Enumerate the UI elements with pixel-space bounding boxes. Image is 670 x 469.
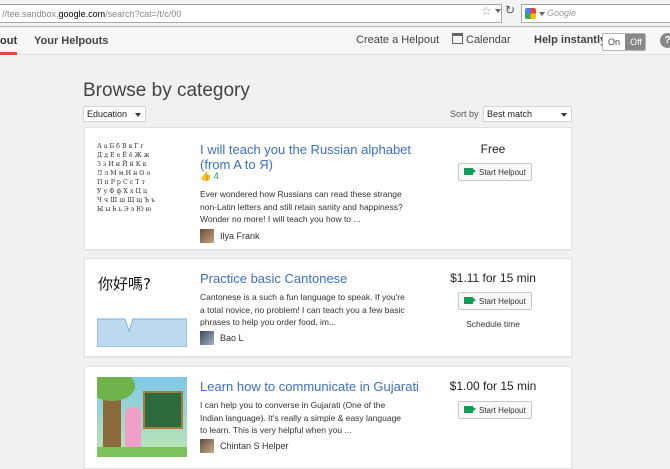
start-helpout-button[interactable]: Start Helpout [458, 163, 532, 181]
tab-your-helpouts[interactable]: Your Helpouts [34, 35, 108, 47]
alphabet-row: Д д Е е Ё ё Ж ж [97, 152, 150, 159]
url-prefix: //tee.sandbox. [2, 9, 59, 19]
reload-icon[interactable]: ↻ [505, 3, 515, 17]
url-dropdown-icon[interactable] [495, 9, 501, 13]
app-header: out Your Helpouts Create a Helpout Calen… [0, 28, 670, 55]
listing-thumbnail[interactable]: 你好嗎? [97, 267, 187, 347]
listing-price: $1.00 for 15 min [449, 379, 537, 393]
help-icon[interactable]: ? [660, 33, 670, 48]
listing-title[interactable]: Learn how to communicate in Gujarati [200, 379, 430, 394]
thumbs-up-icon: 👍 [200, 171, 212, 181]
sort-select[interactable]: Best match [483, 106, 572, 122]
likes-count: 4 [213, 171, 219, 181]
google-icon[interactable] [525, 8, 536, 19]
bubble-illustration [97, 318, 187, 347]
avatar[interactable] [200, 331, 214, 345]
author-name[interactable]: Bao L [220, 333, 244, 343]
grass [97, 447, 187, 457]
listing-price: Free [480, 142, 506, 156]
help-instantly-label: Help instantly [534, 34, 607, 46]
listing-description: Cantonese is a such a fun language to sp… [200, 292, 405, 327]
alphabet-row: П п Р р С с Т т [97, 179, 145, 186]
alphabet-row: Л л М м Н н О о [97, 170, 151, 177]
schedule-time-link[interactable]: Schedule time [425, 319, 561, 329]
alphabet-row: А а Б б В в Г г [97, 143, 144, 150]
start-helpout-button[interactable]: Start Helpout [458, 292, 532, 310]
button-label: Start Helpout [479, 168, 526, 177]
likes: 👍 4 [200, 171, 219, 182]
alphabet-row: У у Ф ф Х х Ц ц [97, 188, 147, 195]
video-camera-icon [464, 297, 476, 304]
girl-figure [125, 407, 141, 447]
tab-browse[interactable]: out [0, 35, 17, 47]
category-select[interactable]: Education [83, 106, 146, 122]
listing-description: I can help you to converse in Gujarati (… [200, 400, 402, 435]
create-helpout-link[interactable]: Create a Helpout [356, 34, 439, 46]
video-camera-icon [464, 406, 476, 413]
listing-card[interactable]: Learn how to communicate in Gujarati I c… [84, 366, 572, 469]
alphabet-row: Ы ы Ь ь Э э Ю ю [97, 206, 152, 213]
listing-title[interactable]: I will teach you the Russian alphabet (f… [200, 142, 425, 172]
page-title: Browse by category [83, 80, 250, 101]
search-placeholder: Google [547, 8, 577, 18]
listing-description: Ever wondered how Russians can read thes… [200, 189, 403, 224]
active-tab-indicator [0, 52, 17, 55]
bookmark-star-icon[interactable]: ☆ [481, 4, 492, 18]
start-helpout-button[interactable]: Start Helpout [458, 401, 532, 419]
browser-toolbar: //tee.sandbox.google.com/search?cat=/t/c… [0, 0, 670, 27]
alphabet-row: Ч ч Ш ш Щ щ Ъ ъ [97, 197, 156, 204]
listing-card[interactable]: А а Б б В в Г г Д д Е е Ё ё Ж ж З з И и … [84, 127, 572, 250]
avatar[interactable] [200, 439, 214, 453]
help-instantly-toggle[interactable]: On Off [602, 33, 646, 51]
search-engine-dropdown-icon[interactable] [539, 12, 545, 16]
address-bar[interactable]: //tee.sandbox.google.com/search?cat=/t/c… [0, 4, 502, 23]
listing-thumbnail[interactable]: А а Б б В в Г г Д д Е е Ё ё Ж ж З з И и … [97, 140, 187, 215]
chevron-down-icon [135, 113, 141, 117]
listing-thumbnail[interactable] [97, 377, 187, 457]
url-path: /search?cat=/t/c/00 [105, 9, 182, 19]
toggle-on[interactable]: On [603, 34, 625, 50]
video-camera-icon [464, 168, 476, 175]
tree-leaves [97, 377, 135, 401]
toggle-off[interactable]: Off [625, 34, 645, 50]
browser-search-box[interactable]: Google [521, 4, 670, 23]
alphabet-row: З з И и Й й К к [97, 161, 147, 168]
category-value: Education [87, 109, 128, 119]
listing-title[interactable]: Practice basic Cantonese [200, 271, 425, 286]
button-label: Start Helpout [479, 297, 526, 306]
calendar-link[interactable]: Calendar [466, 34, 511, 46]
author-name[interactable]: Ilya Frank [220, 231, 260, 241]
listing-price: $1.11 for 15 min [450, 271, 536, 285]
button-label: Start Helpout [479, 406, 526, 415]
listing-card[interactable]: 你好嗎? Practice basic Cantonese Cantonese … [84, 258, 572, 357]
chevron-down-icon [561, 113, 567, 117]
calendar-icon[interactable] [452, 33, 463, 44]
author-name[interactable]: Chintan S Helper [220, 441, 289, 451]
chalkboard [143, 391, 183, 429]
sort-label: Sort by [450, 109, 479, 119]
sort-value: Best match [487, 109, 533, 119]
url-domain: google.com [58, 9, 106, 19]
avatar[interactable] [200, 229, 214, 243]
